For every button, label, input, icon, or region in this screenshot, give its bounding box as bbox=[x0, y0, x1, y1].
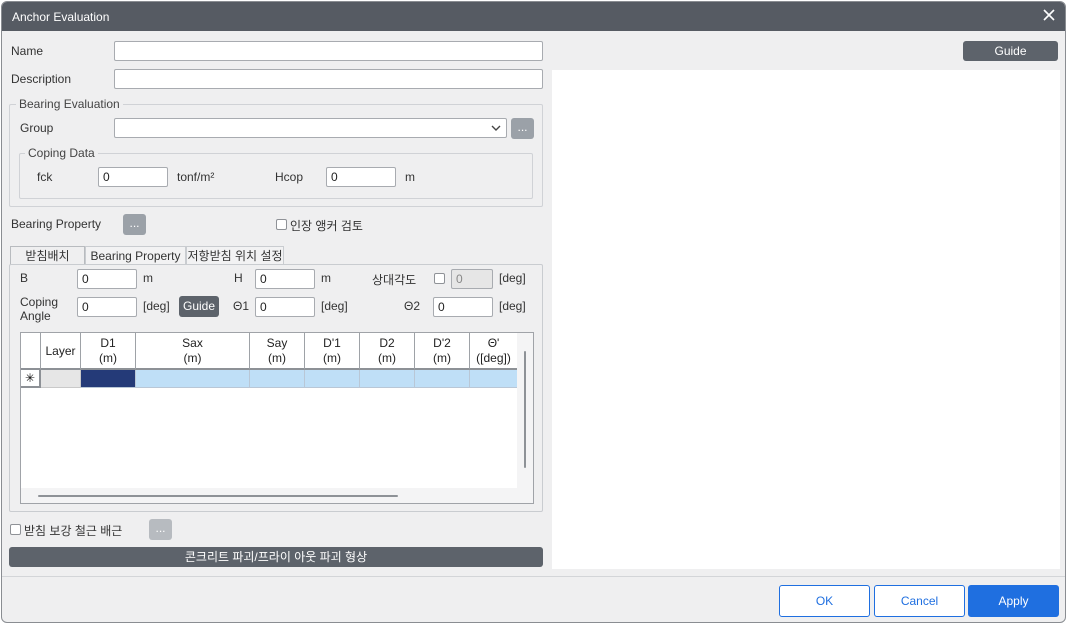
b-input[interactable] bbox=[77, 269, 137, 289]
grid-header-d2-unit: (m) bbox=[378, 351, 396, 365]
grid-cell-say[interactable] bbox=[250, 370, 305, 388]
bearing-property-label: Bearing Property bbox=[11, 217, 102, 231]
dialog-title: Anchor Evaluation bbox=[12, 10, 110, 24]
group-label: Group bbox=[20, 121, 54, 135]
grid-horizontal-scrollbar[interactable] bbox=[21, 488, 517, 503]
name-input[interactable] bbox=[114, 41, 543, 61]
grid-cell-d1-prime[interactable] bbox=[305, 370, 360, 388]
footer-divider bbox=[2, 576, 1065, 577]
grid-header-d2-label: D2 bbox=[379, 336, 395, 350]
bearing-layout-grid[interactable]: Layer D1 (m) Sax (m) Say (m) D'1 (m) D2 (m) D… bbox=[20, 332, 534, 504]
grid-cell-theta-prime[interactable] bbox=[470, 370, 517, 388]
theta2-label: Θ2 bbox=[404, 299, 421, 313]
bearing-rebar-more-button[interactable]: ... bbox=[149, 519, 172, 540]
grid-cell-sax[interactable] bbox=[136, 370, 250, 388]
grid-header-sax-label: Sax bbox=[182, 336, 203, 350]
grid-header-d1-prime-unit: (m) bbox=[323, 351, 341, 365]
grid-header-theta-prime-label: Θ' bbox=[487, 336, 500, 350]
relative-angle-checkbox[interactable] bbox=[434, 273, 445, 284]
fck-input[interactable] bbox=[98, 167, 168, 187]
description-label: Description bbox=[11, 72, 72, 86]
hcop-input[interactable] bbox=[326, 167, 396, 187]
grid-corner-header bbox=[21, 333, 41, 370]
anchor-evaluation-dialog: Anchor Evaluation Name Description Guide… bbox=[1, 1, 1066, 623]
bearing-evaluation-legend: Bearing Evaluation bbox=[16, 97, 123, 111]
relative-angle-unit: [deg] bbox=[499, 271, 526, 285]
grid-header-d2[interactable]: D2 (m) bbox=[360, 333, 415, 370]
tension-anchor-checkbox[interactable] bbox=[276, 219, 287, 230]
bearing-property-more-button[interactable]: ... bbox=[123, 214, 146, 235]
grid-header-say-unit: (m) bbox=[268, 351, 286, 365]
b-label: B bbox=[20, 271, 29, 285]
theta2-input[interactable] bbox=[433, 297, 493, 317]
grid-header-say[interactable]: Say (m) bbox=[250, 333, 305, 370]
grid-header-d1[interactable]: D1 (m) bbox=[81, 333, 136, 370]
grid-cell-d2-prime[interactable] bbox=[415, 370, 470, 388]
relative-angle-input[interactable] bbox=[451, 269, 493, 289]
title-bar: Anchor Evaluation bbox=[2, 2, 1065, 31]
theta1-unit: [deg] bbox=[321, 299, 348, 313]
ok-button[interactable]: OK bbox=[779, 585, 870, 617]
grid-header-d1-unit: (m) bbox=[99, 351, 117, 365]
h-unit: m bbox=[321, 271, 331, 285]
hcop-unit: m bbox=[405, 170, 415, 184]
grid-header-sax-unit: (m) bbox=[183, 351, 202, 365]
grid-header-d1-prime[interactable]: D'1 (m) bbox=[305, 333, 360, 370]
tab-layout[interactable]: 받침배치 bbox=[10, 246, 85, 265]
group-more-button[interactable]: ... bbox=[511, 118, 534, 139]
grid-horizontal-scroll-thumb[interactable] bbox=[38, 495, 398, 497]
coping-angle-label-line2: Angle bbox=[20, 309, 51, 323]
grid-header-d1-label: D1 bbox=[100, 336, 116, 350]
fck-label: fck bbox=[37, 170, 53, 184]
coping-angle-unit: [deg] bbox=[143, 299, 170, 313]
h-input[interactable] bbox=[255, 269, 315, 289]
tab-resistance-position[interactable]: 저항받침 위치 설정 bbox=[186, 246, 284, 265]
failure-shape-button[interactable]: 콘크리트 파괴/프라이 아웃 파괴 형상 bbox=[9, 547, 543, 567]
fck-unit: tonf/m² bbox=[177, 170, 215, 184]
coping-data-legend: Coping Data bbox=[25, 146, 98, 160]
grid-header-layer[interactable]: Layer bbox=[41, 333, 81, 370]
guide-button[interactable]: Guide bbox=[963, 41, 1058, 61]
tension-anchor-label: 인장 앵커 검토 bbox=[290, 219, 363, 233]
grid-vertical-scrollbar[interactable] bbox=[517, 333, 533, 503]
grid-header-d1-prime-label: D'1 bbox=[323, 336, 341, 350]
grid-cell-d2[interactable] bbox=[360, 370, 415, 388]
grid-header-theta-prime-unit: ([deg]) bbox=[476, 351, 511, 365]
theta1-label: Θ1 bbox=[233, 299, 250, 313]
theta2-unit: [deg] bbox=[499, 299, 526, 313]
grid-header-theta-prime[interactable]: Θ' ([deg]) bbox=[470, 333, 517, 370]
grid-header-layer-label: Layer bbox=[45, 344, 76, 358]
grid-header-d2-prime[interactable]: D'2 (m) bbox=[415, 333, 470, 370]
grid-cell-layer[interactable] bbox=[41, 370, 81, 388]
description-input[interactable] bbox=[114, 69, 543, 89]
bearing-rebar-label: 받침 보강 철근 배근 bbox=[24, 524, 123, 538]
grid-header-d2-prime-label: D'2 bbox=[433, 336, 451, 350]
coping-angle-input[interactable] bbox=[77, 297, 137, 317]
name-label: Name bbox=[11, 44, 44, 58]
coping-angle-label-line1: Coping bbox=[20, 295, 59, 309]
bearing-rebar-checkbox[interactable] bbox=[10, 524, 21, 535]
tab-bearing-property[interactable]: Bearing Property bbox=[85, 246, 186, 265]
chevron-down-icon bbox=[491, 125, 501, 131]
b-unit: m bbox=[143, 271, 153, 285]
relative-angle-label: 상대각도 bbox=[372, 273, 417, 287]
grid-header-d2-prime-unit: (m) bbox=[433, 351, 451, 365]
close-icon[interactable] bbox=[1041, 7, 1057, 23]
grid-header-sax[interactable]: Sax (m) bbox=[136, 333, 250, 370]
cancel-button[interactable]: Cancel bbox=[874, 585, 965, 617]
apply-button[interactable]: Apply bbox=[968, 585, 1059, 617]
hcop-label: Hcop bbox=[275, 170, 304, 184]
grid-vertical-scroll-thumb[interactable] bbox=[524, 351, 526, 468]
h-label: H bbox=[234, 271, 243, 285]
grid-cell-d1-selected[interactable] bbox=[81, 370, 136, 388]
theta1-input[interactable] bbox=[255, 297, 315, 317]
preview-canvas bbox=[552, 70, 1060, 569]
grid-header-say-label: Say bbox=[266, 336, 288, 350]
coping-angle-label: Coping Angle bbox=[20, 295, 58, 323]
grid-new-row-header[interactable]: ✳ bbox=[21, 370, 41, 388]
group-select[interactable] bbox=[114, 118, 507, 138]
coping-guide-button[interactable]: Guide bbox=[179, 296, 219, 317]
